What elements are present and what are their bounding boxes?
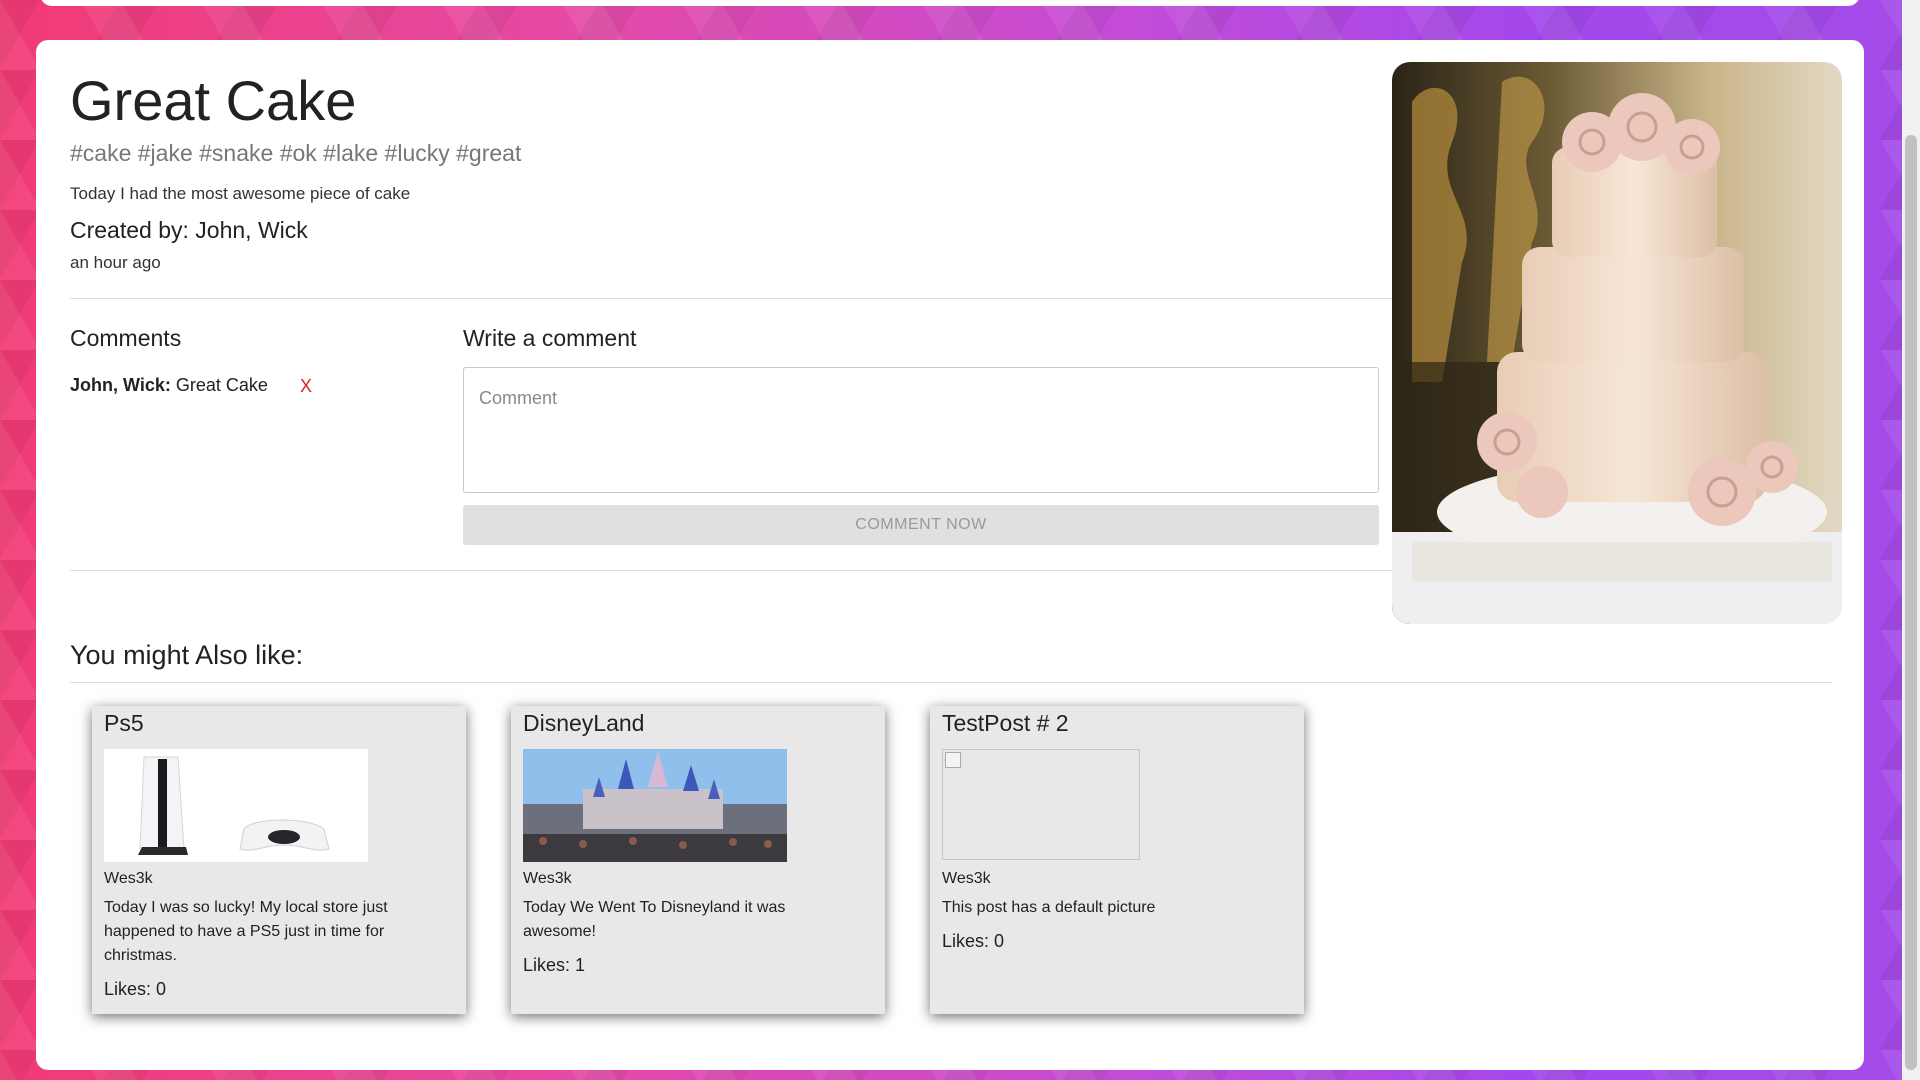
- card-title[interactable]: TestPost # 2: [942, 710, 1069, 737]
- card-title[interactable]: DisneyLand: [523, 710, 644, 737]
- comment-input[interactable]: [463, 367, 1379, 493]
- broken-image-icon: [945, 752, 961, 768]
- comments-heading: Comments: [70, 325, 182, 351]
- card-title[interactable]: Ps5: [104, 710, 144, 737]
- cake-photo: [1392, 62, 1842, 624]
- write-comment-heading: Write a comment: [463, 325, 637, 351]
- card-image[interactable]: [523, 749, 787, 862]
- suggestion-card[interactable]: DisneyLand Wes3k Today We Went To Disney…: [511, 706, 885, 1014]
- post-author: Created by: John, Wick: [70, 217, 308, 243]
- cake-photo-icon: [1392, 62, 1842, 624]
- post-description: Today I had the most awesome piece of ca…: [70, 184, 411, 203]
- card-likes: Likes: 0: [104, 979, 167, 999]
- post-detail-card: Great Cake #cake #jake #snake #ok #lake …: [36, 40, 1864, 1070]
- broken-image: [942, 749, 1140, 860]
- divider: [70, 570, 1416, 571]
- comment-now-button[interactable]: COMMENT NOW: [463, 505, 1379, 545]
- card-description: This post has a default picture: [942, 899, 1156, 916]
- card-body: Today I was so lucky! My local store jus…: [104, 896, 434, 1001]
- comment-item: John, Wick: Great Cake: [70, 375, 268, 396]
- castle-photo-icon: [523, 749, 787, 862]
- card-likes: Likes: 0: [942, 931, 1005, 951]
- scrollbar[interactable]: [1902, 0, 1920, 1080]
- card-author: Wes3k: [104, 870, 153, 887]
- divider: [70, 298, 1416, 299]
- ps5-console-photo-icon: [104, 749, 368, 862]
- card-likes: Likes: 1: [523, 955, 586, 975]
- suggestion-card[interactable]: TestPost # 2 Wes3k This post has a defau…: [930, 706, 1304, 1014]
- card-image[interactable]: [942, 749, 1206, 862]
- post-title: Great Cake: [70, 69, 357, 132]
- divider: [70, 682, 1832, 683]
- scrollbar-thumb[interactable]: [1905, 135, 1917, 1070]
- card-description: Today We Went To Disneyland it was aweso…: [523, 899, 786, 940]
- card-description: Today I was so lucky! My local store jus…: [104, 899, 388, 964]
- suggestions-heading: You might Also like:: [70, 640, 304, 670]
- suggestion-card[interactable]: Ps5 Wes3k Today I was so lucky! My local…: [92, 706, 466, 1014]
- card-author: Wes3k: [942, 870, 991, 887]
- post-tags: #cake #jake #snake #ok #lake #lucky #gre…: [70, 140, 522, 166]
- card-author: Wes3k: [523, 870, 572, 887]
- previous-card: [40, 0, 1860, 6]
- comment-text: Great Cake: [175, 375, 268, 395]
- card-body: This post has a default picture Likes: 0: [942, 896, 1272, 953]
- comment-author: John, Wick:: [70, 375, 171, 395]
- post-timestamp: an hour ago: [70, 253, 161, 272]
- delete-comment-button[interactable]: X: [300, 376, 312, 397]
- card-body: Today We Went To Disneyland it was aweso…: [523, 896, 853, 977]
- card-image[interactable]: [104, 749, 368, 862]
